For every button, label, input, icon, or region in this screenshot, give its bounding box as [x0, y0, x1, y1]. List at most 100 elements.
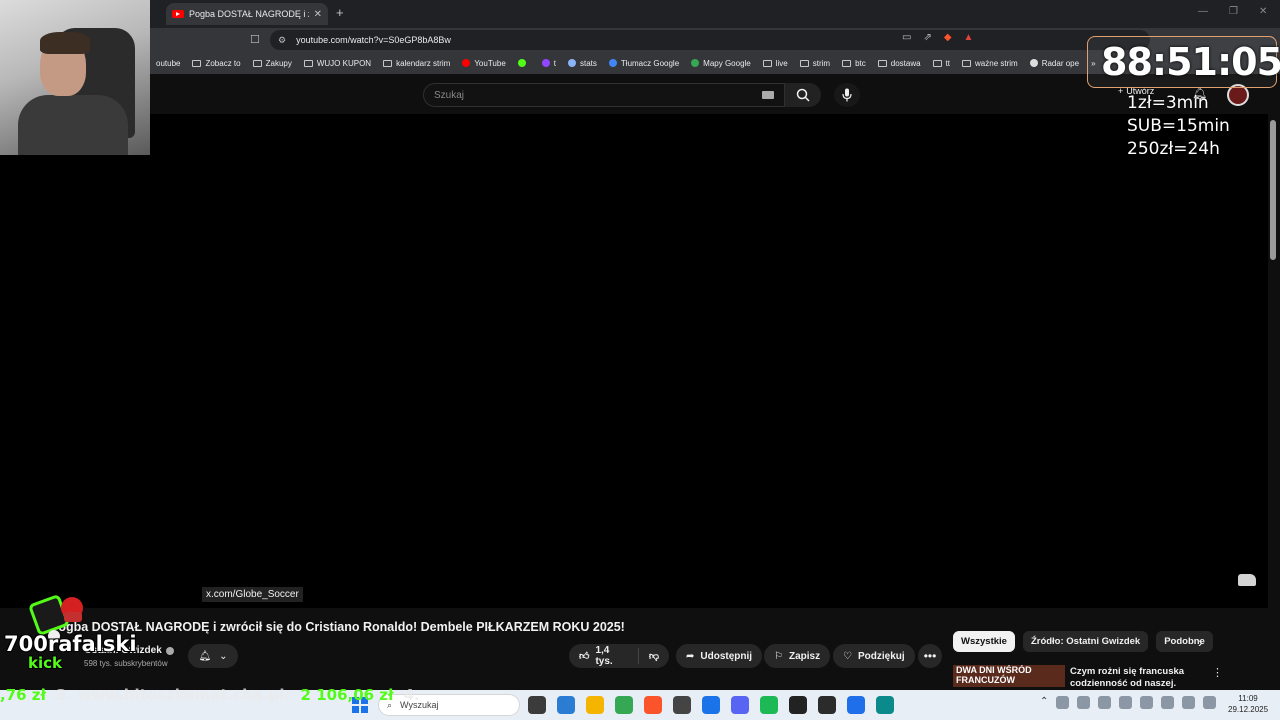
- taskbar-app-icon[interactable]: [818, 696, 836, 714]
- more-actions-button[interactable]: •••: [918, 644, 942, 668]
- bookmark-item[interactable]: live: [757, 59, 794, 68]
- bookmark-item[interactable]: tt: [927, 59, 956, 68]
- bookmark-item[interactable]: [512, 59, 536, 67]
- bookmark-label: Zakupy: [265, 58, 292, 68]
- close-window-icon[interactable]: ✕: [1259, 6, 1267, 17]
- bookmark-item[interactable]: YouTube: [456, 59, 511, 68]
- browser-tabstrip: Pogba DOSTAŁ NAGRODĘ i z ✕ + — ❐ ✕: [0, 0, 1280, 28]
- subscription-bell-button[interactable]: 🔔︎ ⌄: [188, 644, 238, 668]
- bookmark-item[interactable]: btc: [836, 59, 872, 68]
- bookmark-item[interactable]: kalendarz strim: [377, 59, 456, 68]
- player-corner-icon: [1238, 574, 1256, 586]
- wifi-icon[interactable]: [1182, 696, 1196, 709]
- search-input[interactable]: Szukaj: [423, 83, 785, 107]
- bookmark-item[interactable]: Zobacz to: [186, 59, 246, 68]
- tray-app-icon[interactable]: [1098, 696, 1112, 709]
- recommended-menu-icon[interactable]: ⋮: [1212, 666, 1223, 679]
- taskbar-app-icon[interactable]: [528, 696, 546, 714]
- share-button[interactable]: ➦ Udostępnij: [676, 644, 763, 668]
- taskbar-app-icon[interactable]: [586, 696, 604, 714]
- taskbar-app-icon[interactable]: [644, 696, 662, 714]
- like-button[interactable]: 👍︎ 1,4 tys.: [569, 645, 639, 667]
- taskbar-app-icon[interactable]: [615, 696, 633, 714]
- bookmark-icon: ⚐: [774, 650, 783, 662]
- taskbar-app-icon[interactable]: [760, 696, 778, 714]
- bookmark-page-icon[interactable]: ☐: [250, 33, 260, 46]
- folder-icon: [303, 59, 313, 67]
- recommended-thumbnail[interactable]: DWA DNI WŚRÓD FRANCUZÓW: [953, 665, 1065, 687]
- bookmark-label: ważne strim: [975, 58, 1018, 68]
- rewards-icon[interactable]: ▲: [964, 32, 974, 43]
- bookmark-item[interactable]: Radar ope: [1024, 59, 1085, 68]
- taskbar-app-icon[interactable]: [557, 696, 575, 714]
- bookmark-label: strim: [812, 58, 831, 68]
- folder-icon: [383, 59, 393, 67]
- bookmark-label: t: [553, 58, 556, 68]
- chip-all[interactable]: Wszystkie: [953, 631, 1015, 652]
- browser-tab[interactable]: Pogba DOSTAŁ NAGRODĘ i z ✕: [166, 3, 328, 25]
- radar-icon: [1029, 59, 1038, 67]
- tab-close-icon[interactable]: ✕: [314, 9, 322, 20]
- brave-shields-icon[interactable]: ◆: [944, 32, 952, 43]
- taskbar-app-icon[interactable]: [702, 696, 720, 714]
- taskbar-app-icon[interactable]: [876, 696, 894, 714]
- bookmark-label: WUJO KUPON: [316, 58, 372, 68]
- minimize-icon[interactable]: —: [1198, 6, 1208, 17]
- taskbar-apps: [528, 696, 894, 714]
- folder-icon: [252, 59, 262, 67]
- bookmark-label: Radar ope: [1041, 58, 1080, 68]
- folder-icon: [762, 59, 772, 67]
- streamer-handle: 700rafalski: [4, 632, 137, 656]
- folder-icon: [932, 59, 942, 67]
- bookmark-label: dostawa: [890, 58, 921, 68]
- new-tab-button[interactable]: +: [336, 5, 344, 20]
- bookmark-label: tt: [945, 58, 951, 68]
- bookmark-item[interactable]: dostawa: [872, 59, 927, 68]
- taskbar-app-icon[interactable]: [673, 696, 691, 714]
- dislike-button[interactable]: 👎︎: [639, 650, 669, 662]
- chip-source[interactable]: Źródło: Ostatni Gwizdek: [1022, 631, 1149, 652]
- tray-app-icon[interactable]: [1119, 696, 1133, 709]
- tray-app-icon[interactable]: [1056, 696, 1070, 709]
- chip-similar[interactable]: Podobne: [1156, 631, 1213, 652]
- page-scrollbar[interactable]: [1270, 120, 1276, 260]
- bookmark-item[interactable]: Mapy Google: [685, 59, 757, 68]
- cast-icon[interactable]: ▭: [902, 32, 911, 43]
- video-player[interactable]: [0, 114, 1268, 608]
- tray-app-icon[interactable]: [1161, 696, 1175, 709]
- tray-app-icon[interactable]: [1077, 696, 1091, 709]
- tray-overflow-icon[interactable]: ⌃: [1040, 696, 1048, 709]
- search-icon: [796, 88, 810, 102]
- bookmark-item[interactable]: Tłumacz Google: [603, 59, 685, 68]
- share-page-icon[interactable]: ⇗: [923, 32, 931, 43]
- chips-next-arrow-icon[interactable]: ›: [1198, 634, 1203, 650]
- bookmark-item[interactable]: ważne strim: [956, 59, 1024, 68]
- rate-big-donation: 250zł=24h: [1127, 139, 1220, 159]
- taskbar-clock[interactable]: 11:09 29.12.2025: [1228, 693, 1268, 715]
- donation-ticker: ,76 zł 3. www.hitoszkomat.cba.pl: 2 106,06…: [0, 686, 420, 704]
- tray-app-icon[interactable]: [1140, 696, 1154, 709]
- youtube-header: Szukaj + Utwórz 🔔︎: [0, 74, 1268, 114]
- bookmark-item[interactable]: Zakupy: [247, 59, 298, 68]
- bookmark-item[interactable]: strim: [794, 59, 836, 68]
- rate-donation: 1zł=3min: [1127, 93, 1209, 113]
- taskbar-app-icon[interactable]: [731, 696, 749, 714]
- save-button[interactable]: ⚐ Zapisz: [764, 644, 831, 668]
- ticker-entry: ,76 zł: [0, 686, 47, 704]
- voice-search-button[interactable]: [834, 83, 860, 107]
- site-info-icon[interactable]: ⚙: [278, 35, 286, 46]
- volume-icon[interactable]: [1203, 696, 1217, 709]
- keyboard-icon[interactable]: [762, 91, 774, 99]
- address-bar[interactable]: ⚙ youtube.com/watch?v=S0eGP8bA8Bw: [270, 30, 1150, 50]
- thanks-button[interactable]: ♡ Podziękuj: [833, 644, 915, 668]
- bookmark-item[interactable]: WUJO KUPON: [298, 59, 377, 68]
- thumbs-up-icon: 👍︎: [579, 651, 590, 662]
- maximize-icon[interactable]: ❐: [1229, 6, 1238, 17]
- taskbar-app-icon[interactable]: [789, 696, 807, 714]
- bookmark-item[interactable]: outube: [150, 59, 186, 68]
- bookmark-item[interactable]: stats: [562, 59, 603, 68]
- bookmark-item[interactable]: t: [536, 59, 562, 68]
- kick-icon: [517, 59, 526, 67]
- search-button[interactable]: [785, 83, 821, 107]
- taskbar-app-icon[interactable]: [847, 696, 865, 714]
